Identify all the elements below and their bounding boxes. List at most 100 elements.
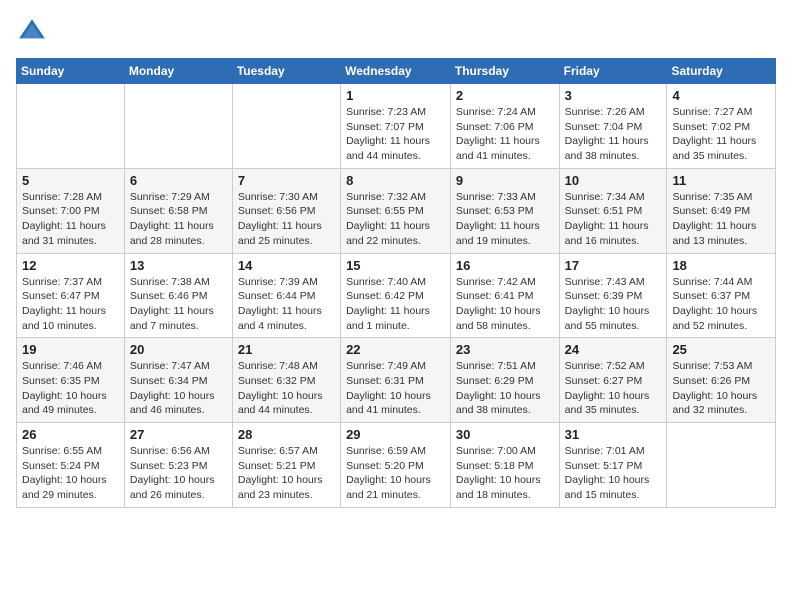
day-number: 15 bbox=[346, 258, 445, 273]
day-info: Sunrise: 7:47 AM Sunset: 6:34 PM Dayligh… bbox=[130, 359, 227, 418]
day-cell: 24 Sunrise: 7:52 AM Sunset: 6:27 PM Dayli… bbox=[559, 338, 667, 423]
day-info: Sunrise: 7:39 AM Sunset: 6:44 PM Dayligh… bbox=[238, 275, 335, 334]
day-number: 2 bbox=[456, 88, 554, 103]
day-number: 14 bbox=[238, 258, 335, 273]
day-number: 24 bbox=[565, 342, 662, 357]
header-cell-saturday: Saturday bbox=[667, 59, 776, 84]
header-cell-thursday: Thursday bbox=[450, 59, 559, 84]
header-cell-tuesday: Tuesday bbox=[232, 59, 340, 84]
day-cell: 9 Sunrise: 7:33 AM Sunset: 6:53 PM Daylig… bbox=[450, 168, 559, 253]
day-cell: 20Sunrise: 7:47 AM Sunset: 6:34 PM Dayli… bbox=[124, 338, 232, 423]
day-info: Sunrise: 7:24 AM Sunset: 7:06 PM Dayligh… bbox=[456, 105, 554, 164]
day-number: 16 bbox=[456, 258, 554, 273]
day-cell: 19 Sunrise: 7:46 AM Sunset: 6:35 PM Dayli… bbox=[17, 338, 125, 423]
day-info: Sunrise: 6:59 AM Sunset: 5:20 PM Dayligh… bbox=[346, 444, 445, 503]
day-number: 25 bbox=[672, 342, 770, 357]
day-info: Sunrise: 7:30 AM Sunset: 6:56 PM Dayligh… bbox=[238, 190, 335, 249]
day-info: Sunrise: 7:33 AM Sunset: 6:53 PM Dayligh… bbox=[456, 190, 554, 249]
day-number: 19 bbox=[22, 342, 119, 357]
day-cell: 13Sunrise: 7:38 AM Sunset: 6:46 PM Dayli… bbox=[124, 253, 232, 338]
day-info: Sunrise: 7:42 AM Sunset: 6:41 PM Dayligh… bbox=[456, 275, 554, 334]
day-cell: 15 Sunrise: 7:40 AM Sunset: 6:42 PM Dayli… bbox=[341, 253, 451, 338]
day-info: Sunrise: 7:00 AM Sunset: 5:18 PM Dayligh… bbox=[456, 444, 554, 503]
day-info: Sunrise: 7:52 AM Sunset: 6:27 PM Dayligh… bbox=[565, 359, 662, 418]
day-number: 26 bbox=[22, 427, 119, 442]
day-info: Sunrise: 7:43 AM Sunset: 6:39 PM Dayligh… bbox=[565, 275, 662, 334]
day-number: 23 bbox=[456, 342, 554, 357]
day-cell: 27 Sunrise: 6:56 AM Sunset: 5:23 PM Dayli… bbox=[124, 423, 232, 508]
day-info: Sunrise: 7:51 AM Sunset: 6:29 PM Dayligh… bbox=[456, 359, 554, 418]
day-info: Sunrise: 7:53 AM Sunset: 6:26 PM Dayligh… bbox=[672, 359, 770, 418]
logo bbox=[16, 16, 52, 48]
day-cell: 8 Sunrise: 7:32 AM Sunset: 6:55 PM Daylig… bbox=[341, 168, 451, 253]
day-cell: 18 Sunrise: 7:44 AM Sunset: 6:37 PM Dayli… bbox=[667, 253, 776, 338]
day-info: Sunrise: 7:35 AM Sunset: 6:49 PM Dayligh… bbox=[672, 190, 770, 249]
day-number: 6 bbox=[130, 173, 227, 188]
day-number: 5 bbox=[22, 173, 119, 188]
day-number: 1 bbox=[346, 88, 445, 103]
day-cell: 30 Sunrise: 7:00 AM Sunset: 5:18 PM Dayli… bbox=[450, 423, 559, 508]
day-info: Sunrise: 7:44 AM Sunset: 6:37 PM Dayligh… bbox=[672, 275, 770, 334]
day-cell: 29 Sunrise: 6:59 AM Sunset: 5:20 PM Dayli… bbox=[341, 423, 451, 508]
day-info: Sunrise: 7:29 AM Sunset: 6:58 PM Dayligh… bbox=[130, 190, 227, 249]
day-cell: 28 Sunrise: 6:57 AM Sunset: 5:21 PM Dayli… bbox=[232, 423, 340, 508]
header-cell-friday: Friday bbox=[559, 59, 667, 84]
day-number: 31 bbox=[565, 427, 662, 442]
day-cell: 21 Sunrise: 7:48 AM Sunset: 6:32 PM Dayli… bbox=[232, 338, 340, 423]
day-info: Sunrise: 7:27 AM Sunset: 7:02 PM Dayligh… bbox=[672, 105, 770, 164]
day-cell bbox=[124, 84, 232, 169]
calendar-header: SundayMondayTuesdayWednesdayThursdayFrid… bbox=[17, 59, 776, 84]
day-info: Sunrise: 6:56 AM Sunset: 5:23 PM Dayligh… bbox=[130, 444, 227, 503]
day-cell: 26 Sunrise: 6:55 AM Sunset: 5:24 PM Dayli… bbox=[17, 423, 125, 508]
week-row-5: 26 Sunrise: 6:55 AM Sunset: 5:24 PM Dayli… bbox=[17, 423, 776, 508]
day-info: Sunrise: 6:55 AM Sunset: 5:24 PM Dayligh… bbox=[22, 444, 119, 503]
day-info: Sunrise: 7:34 AM Sunset: 6:51 PM Dayligh… bbox=[565, 190, 662, 249]
day-cell bbox=[17, 84, 125, 169]
day-cell: 1Sunrise: 7:23 AM Sunset: 7:07 PM Daylig… bbox=[341, 84, 451, 169]
day-number: 13 bbox=[130, 258, 227, 273]
day-cell: 10Sunrise: 7:34 AM Sunset: 6:51 PM Dayli… bbox=[559, 168, 667, 253]
week-row-4: 19 Sunrise: 7:46 AM Sunset: 6:35 PM Dayli… bbox=[17, 338, 776, 423]
day-info: Sunrise: 7:46 AM Sunset: 6:35 PM Dayligh… bbox=[22, 359, 119, 418]
day-number: 27 bbox=[130, 427, 227, 442]
day-info: Sunrise: 7:01 AM Sunset: 5:17 PM Dayligh… bbox=[565, 444, 662, 503]
day-number: 17 bbox=[565, 258, 662, 273]
day-cell: 2 Sunrise: 7:24 AM Sunset: 7:06 PM Daylig… bbox=[450, 84, 559, 169]
day-cell: 11 Sunrise: 7:35 AM Sunset: 6:49 PM Dayli… bbox=[667, 168, 776, 253]
day-number: 22 bbox=[346, 342, 445, 357]
day-cell: 6 Sunrise: 7:29 AM Sunset: 6:58 PM Daylig… bbox=[124, 168, 232, 253]
day-number: 30 bbox=[456, 427, 554, 442]
day-info: Sunrise: 7:49 AM Sunset: 6:31 PM Dayligh… bbox=[346, 359, 445, 418]
day-number: 29 bbox=[346, 427, 445, 442]
day-cell: 7 Sunrise: 7:30 AM Sunset: 6:56 PM Daylig… bbox=[232, 168, 340, 253]
header-cell-monday: Monday bbox=[124, 59, 232, 84]
header-cell-sunday: Sunday bbox=[17, 59, 125, 84]
day-info: Sunrise: 6:57 AM Sunset: 5:21 PM Dayligh… bbox=[238, 444, 335, 503]
day-info: Sunrise: 7:28 AM Sunset: 7:00 PM Dayligh… bbox=[22, 190, 119, 249]
day-number: 8 bbox=[346, 173, 445, 188]
logo-icon bbox=[16, 16, 48, 48]
day-number: 28 bbox=[238, 427, 335, 442]
day-info: Sunrise: 7:48 AM Sunset: 6:32 PM Dayligh… bbox=[238, 359, 335, 418]
day-cell bbox=[667, 423, 776, 508]
week-row-1: 1Sunrise: 7:23 AM Sunset: 7:07 PM Daylig… bbox=[17, 84, 776, 169]
day-info: Sunrise: 7:32 AM Sunset: 6:55 PM Dayligh… bbox=[346, 190, 445, 249]
day-number: 9 bbox=[456, 173, 554, 188]
calendar-table: SundayMondayTuesdayWednesdayThursdayFrid… bbox=[16, 58, 776, 508]
day-cell: 4 Sunrise: 7:27 AM Sunset: 7:02 PM Daylig… bbox=[667, 84, 776, 169]
day-number: 12 bbox=[22, 258, 119, 273]
day-number: 3 bbox=[565, 88, 662, 103]
day-cell: 3Sunrise: 7:26 AM Sunset: 7:04 PM Daylig… bbox=[559, 84, 667, 169]
day-cell: 25 Sunrise: 7:53 AM Sunset: 6:26 PM Dayli… bbox=[667, 338, 776, 423]
day-number: 11 bbox=[672, 173, 770, 188]
day-number: 4 bbox=[672, 88, 770, 103]
day-cell bbox=[232, 84, 340, 169]
header-cell-wednesday: Wednesday bbox=[341, 59, 451, 84]
day-number: 7 bbox=[238, 173, 335, 188]
day-cell: 5 Sunrise: 7:28 AM Sunset: 7:00 PM Daylig… bbox=[17, 168, 125, 253]
week-row-3: 12Sunrise: 7:37 AM Sunset: 6:47 PM Dayli… bbox=[17, 253, 776, 338]
day-cell: 17 Sunrise: 7:43 AM Sunset: 6:39 PM Dayli… bbox=[559, 253, 667, 338]
day-info: Sunrise: 7:40 AM Sunset: 6:42 PM Dayligh… bbox=[346, 275, 445, 334]
day-number: 18 bbox=[672, 258, 770, 273]
day-number: 21 bbox=[238, 342, 335, 357]
